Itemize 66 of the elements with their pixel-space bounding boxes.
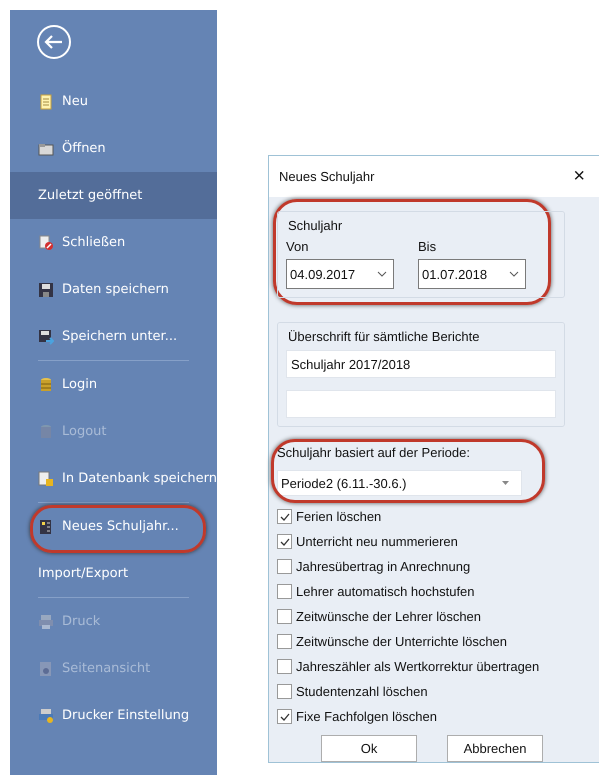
input-field[interactable]: [286, 390, 556, 418]
checkmark-icon: [280, 538, 290, 546]
menu-item[interactable]: Speichern unter...: [10, 313, 218, 360]
checkbox-label: Fixe Fachfolgen löschen: [296, 709, 437, 724]
database-icon: [38, 424, 54, 440]
field-label: Schuljahr basiert auf der Periode:: [277, 445, 471, 460]
printer-icon: [38, 614, 54, 630]
menu-item[interactable]: Drucker Einstellung: [10, 692, 218, 739]
cancel-button[interactable]: Abbrechen: [447, 735, 544, 762]
input-field[interactable]: Schuljahr 2017/2018: [286, 350, 556, 378]
checkbox-row[interactable]: Ferien löschen: [277, 504, 599, 529]
checkbox-row[interactable]: Lehrer automatisch hochstufen: [277, 579, 599, 604]
checkbox-label: Jahreszähler als Wertkorrektur übertragen: [296, 659, 540, 674]
page-preview-icon: [38, 660, 54, 676]
checkbox[interactable]: [277, 684, 292, 699]
checkbox[interactable]: [277, 534, 292, 549]
checkmark-icon: [280, 712, 290, 720]
group-title: Schuljahr: [288, 218, 344, 233]
checkbox[interactable]: [277, 709, 292, 724]
menu-item[interactable]: Neu: [10, 78, 218, 125]
checkbox[interactable]: [277, 559, 292, 574]
sidebar-tab[interactable]: Import/Export: [10, 550, 218, 597]
dialog-title: Neues Schuljahr: [279, 169, 374, 184]
chevron-down-icon: [509, 271, 520, 277]
menu-item[interactable]: Daten speichern: [10, 266, 218, 313]
checkbox-label: Ferien löschen: [296, 509, 382, 524]
checkbox[interactable]: [277, 509, 292, 524]
checkbox-row[interactable]: Unterricht neu nummerieren: [277, 529, 599, 554]
checkmark-icon: [280, 512, 290, 520]
field-label: Bis: [418, 239, 438, 254]
period-dropdown[interactable]: Periode2 (6.11.-30.6.): [277, 470, 522, 496]
chevron-down-icon: [377, 271, 388, 277]
date-dropdown[interactable]: 01.07.2018: [418, 259, 526, 289]
checkbox[interactable]: [277, 584, 292, 599]
document-database-icon: [38, 470, 54, 486]
menu-item[interactable]: Login: [10, 361, 218, 408]
dropdown-arrow-icon: [502, 481, 510, 485]
menu-item[interactable]: In Datenbank speichern: [10, 455, 218, 502]
checkbox[interactable]: [277, 659, 292, 674]
checkbox[interactable]: [277, 634, 292, 649]
document-forbidden-icon: [38, 234, 54, 250]
field-label: Von: [286, 239, 310, 254]
checkbox-row[interactable]: Fixe Fachfolgen löschen: [277, 704, 599, 729]
checkbox-row[interactable]: Jahreszähler als Wertkorrektur übertragen: [277, 654, 599, 679]
checkbox[interactable]: [277, 609, 292, 624]
date-dropdown[interactable]: 04.09.2017: [286, 259, 394, 289]
checkbox-label: Jahresübertrag in Anrechnung: [296, 559, 470, 574]
close-button[interactable]: ×: [573, 165, 586, 188]
printer-settings-icon: [38, 708, 54, 724]
menu-item[interactable]: Öffnen: [10, 125, 218, 172]
database-icon: [38, 376, 54, 392]
sidebar-tab[interactable]: Zuletzt geöffnet: [10, 172, 218, 219]
checkbox-row[interactable]: Studentenzahl löschen: [277, 679, 599, 704]
checkbox-label: Zeitwünsche der Unterrichte löschen: [296, 634, 508, 649]
checkbox-row[interactable]: Jahresübertrag in Anrechnung: [277, 554, 599, 579]
checkbox-label: Lehrer automatisch hochstufen: [296, 584, 475, 599]
checkbox-label: Unterricht neu nummerieren: [296, 534, 458, 549]
checkbox-row[interactable]: Zeitwünsche der Lehrer löschen: [277, 604, 599, 629]
checkbox-label: Zeitwünsche der Lehrer löschen: [296, 609, 482, 624]
checkbox-row[interactable]: Zeitwünsche der Unterrichte löschen: [277, 629, 599, 654]
document-icon: [38, 94, 54, 110]
menu-item[interactable]: Neues Schuljahr...: [10, 503, 218, 550]
ok-button[interactable]: Ok: [321, 735, 418, 762]
group-title: Überschrift für sämtliche Berichte: [288, 329, 480, 344]
menu-item[interactable]: Schließen: [10, 219, 218, 266]
checkbox-label: Studentenzahl löschen: [296, 684, 428, 699]
